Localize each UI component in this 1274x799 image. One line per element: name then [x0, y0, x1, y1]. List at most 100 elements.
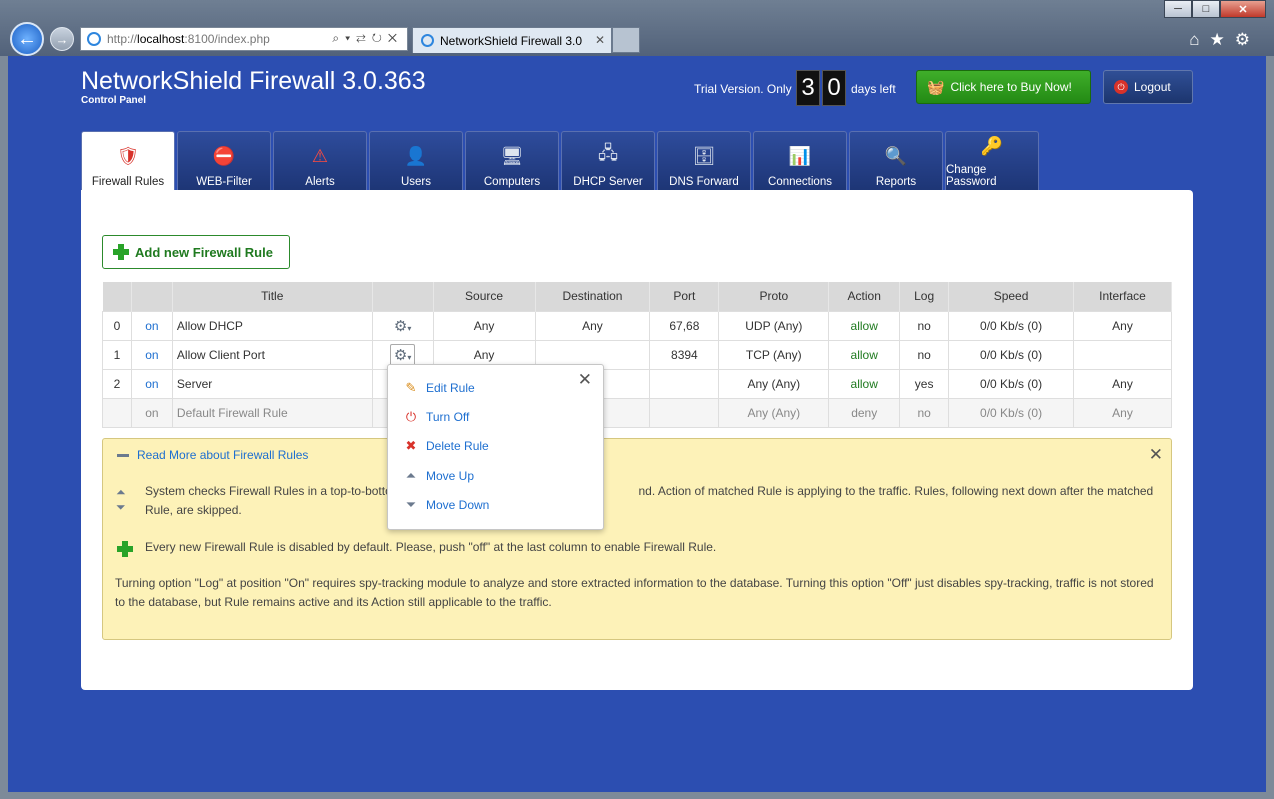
- minimize-button[interactable]: ─: [1164, 0, 1192, 18]
- table-row-default: on Default Firewall Rule Any (Any) deny …: [102, 397, 1173, 428]
- rule-log: yes: [899, 368, 950, 399]
- rule-title: Allow Client Port: [171, 339, 373, 370]
- main-tabs: 🛡 Firewall Rules ⛔ WEB-Filter ⚠ Alerts 👤…: [81, 131, 1039, 191]
- rule-proto: Any (Any): [718, 368, 830, 399]
- rule-action: allow: [828, 339, 901, 370]
- rule-proto: UDP (Any): [718, 310, 830, 341]
- url-host: localhost: [137, 32, 185, 46]
- state-link[interactable]: on: [145, 319, 158, 333]
- arrow-up-icon: ⏶: [116, 485, 126, 499]
- gear-menu-icon[interactable]: ⚙▾: [391, 316, 414, 336]
- tab-firewall-rules[interactable]: 🛡 Firewall Rules: [81, 131, 175, 191]
- rule-action: allow: [828, 368, 901, 399]
- col-header-proto: Proto: [718, 282, 830, 311]
- col-header-action: Action: [828, 282, 901, 311]
- tab-web-filter[interactable]: ⛔ WEB-Filter: [177, 131, 271, 191]
- menu-item-delete-rule[interactable]: ✖ Delete Rule: [402, 438, 489, 454]
- address-bar-icons[interactable]: ⌕▾⇄↻✕: [332, 31, 403, 46]
- col-header-port: Port: [649, 282, 720, 311]
- rule-speed: 0/0 Kb/s (0): [948, 310, 1074, 341]
- tab-change-password[interactable]: 🔑 Change Password: [945, 131, 1039, 191]
- rule-title: Allow DHCP: [171, 310, 373, 341]
- buy-now-button[interactable]: 🧺 Click here to Buy Now!: [916, 70, 1091, 104]
- read-more-link[interactable]: Read More about Firewall Rules: [137, 448, 308, 462]
- col-header-source: Source: [433, 282, 536, 311]
- rule-interface: Any: [1072, 368, 1173, 399]
- network-icon: 🖧: [597, 143, 619, 163]
- logout-button[interactable]: ⏻ Logout: [1103, 70, 1193, 104]
- counter-digit: 3: [796, 70, 820, 106]
- rule-action: allow: [828, 310, 901, 341]
- ie-logo-icon: [421, 34, 434, 47]
- close-window-button[interactable]: ✕: [1220, 0, 1266, 18]
- tab-dhcp-server[interactable]: 🖧 DHCP Server: [561, 131, 655, 191]
- menu-item-move-down[interactable]: ⏷ Move Down: [402, 497, 490, 513]
- rule-interface: Any: [1072, 397, 1173, 428]
- rule-title: Default Firewall Rule: [171, 397, 373, 428]
- power-icon: ⏻: [405, 409, 417, 424]
- tab-dns-forward[interactable]: 🗄 DNS Forward: [657, 131, 751, 191]
- url-rest: :8100/index.php: [184, 32, 270, 46]
- tab-label: DHCP Server: [573, 176, 643, 188]
- menu-item-move-up[interactable]: ⏶ Move Up: [402, 468, 474, 484]
- close-icon[interactable]: ✕: [578, 370, 592, 390]
- tab-reports[interactable]: 🔍 Reports: [849, 131, 943, 191]
- power-icon: ⏻: [1114, 80, 1128, 94]
- tab-alerts[interactable]: ⚠ Alerts: [273, 131, 367, 191]
- table-row: 1 on Allow Client Port ⚙▾ Any 8394 TCP (…: [102, 339, 1173, 370]
- rule-action: deny: [828, 397, 901, 428]
- new-tab-button[interactable]: [612, 27, 640, 53]
- tab-close-icon[interactable]: ✕: [595, 33, 605, 47]
- tab-computers[interactable]: 🖥 Computers: [465, 131, 559, 191]
- tab-label: Change Password: [946, 164, 997, 188]
- state-link[interactable]: on: [145, 348, 158, 362]
- delete-icon: ✖: [405, 438, 417, 453]
- url-prefix: http://: [107, 32, 138, 46]
- tab-label: Alerts: [305, 176, 335, 188]
- menu-item-label: Move Up: [426, 469, 475, 483]
- rule-proto: TCP (Any): [718, 339, 830, 370]
- col-header-speed: Speed: [948, 282, 1074, 311]
- tab-connections[interactable]: 📊 Connections: [753, 131, 847, 191]
- forward-arrow-icon[interactable]: →: [50, 27, 74, 51]
- close-icon[interactable]: ✕: [1149, 445, 1163, 465]
- gear-menu-icon[interactable]: ⚙▾: [389, 343, 416, 366]
- address-bar[interactable]: http://localhost:8100/index.php ⌕▾⇄↻✕: [80, 27, 408, 51]
- rule-speed: 0/0 Kb/s (0): [948, 368, 1074, 399]
- info-text-default: Every new Firewall Rule is disabled by d…: [145, 540, 717, 554]
- rule-state-toggle[interactable]: on: [130, 368, 173, 399]
- collapse-icon[interactable]: [117, 454, 129, 457]
- app-title: NetworkShield Firewall 3.0.363: [81, 67, 426, 95]
- menu-item-edit-rule[interactable]: ✎ Edit Rule: [402, 380, 475, 396]
- rule-source: Any: [432, 310, 536, 341]
- browser-chrome: ─ □ ✕ ← → http://localhost:8100/index.ph…: [0, 0, 1274, 56]
- plus-icon: [117, 541, 133, 557]
- server-icon: 🗄: [692, 145, 716, 166]
- browser-tools-icons[interactable]: ⌂★⚙: [1189, 30, 1260, 50]
- tab-label: DNS Forward: [669, 176, 739, 188]
- trial-text: Trial Version. Only: [694, 82, 792, 96]
- menu-item-turn-off[interactable]: ⏻ Turn Off: [402, 409, 470, 425]
- arrow-up-icon: ⏶: [405, 468, 417, 483]
- state-link[interactable]: on: [145, 377, 158, 391]
- rule-state-toggle[interactable]: on: [130, 310, 173, 341]
- col-header: [102, 282, 132, 311]
- gear-icon: ⚙: [393, 346, 408, 364]
- days-left-text: days left: [851, 82, 896, 96]
- add-firewall-rule-button[interactable]: Add new Firewall Rule: [102, 235, 290, 269]
- maximize-button[interactable]: □: [1192, 0, 1220, 18]
- rule-log: no: [899, 397, 950, 428]
- rule-state-toggle[interactable]: on: [130, 339, 173, 370]
- app-subtitle: Control Panel: [81, 95, 147, 106]
- tab-users[interactable]: 👤 Users: [369, 131, 463, 191]
- rule-actions-cell: ⚙▾: [371, 310, 434, 341]
- rule-context-menu: ✕ ✎ Edit Rule ⏻ Turn Off ✖ Delete Rule ⏶…: [387, 364, 604, 530]
- back-arrow-icon[interactable]: ←: [10, 22, 44, 56]
- menu-item-label: Edit Rule: [426, 381, 475, 395]
- arrow-down-icon: ⏷: [116, 500, 126, 514]
- rule-interface: Any: [1072, 310, 1173, 341]
- shield-icon: 🛡: [116, 145, 140, 166]
- rule-number: 2: [102, 368, 132, 399]
- col-header-interface: Interface: [1073, 282, 1173, 311]
- browser-tab[interactable]: NetworkShield Firewall 3.0 ✕: [412, 27, 612, 53]
